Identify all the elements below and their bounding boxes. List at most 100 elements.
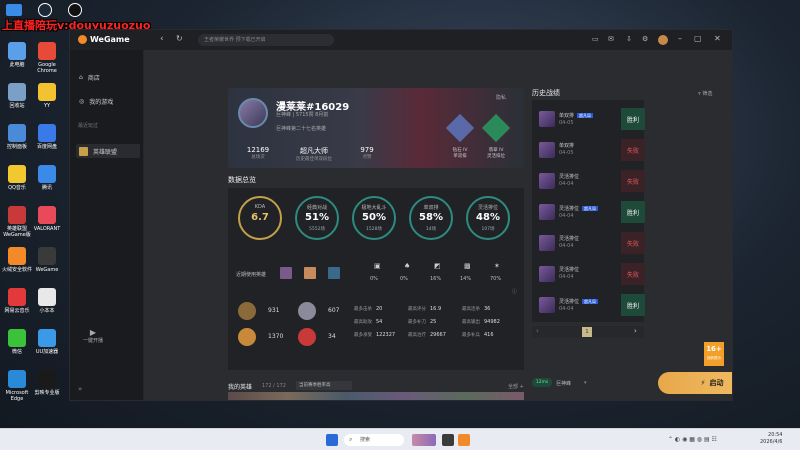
match-row[interactable]: 灵活排位 04-04 失败 bbox=[535, 261, 645, 287]
logitech-icon[interactable] bbox=[68, 3, 82, 17]
sidebar-item-my-games[interactable]: ◎ 我的游戏 bbox=[76, 94, 140, 108]
match-result: 失败 bbox=[621, 139, 645, 161]
rank-mode: 单双排 bbox=[453, 154, 467, 159]
match-row[interactable]: 灵活排位 超凡局 04-04 胜利 bbox=[535, 292, 645, 318]
history-pagination: ‹ 1 › bbox=[532, 326, 644, 338]
age-badge-sub: 适龄提示 bbox=[707, 356, 721, 360]
rank-emblem-emerald-icon bbox=[481, 113, 511, 143]
next-page-icon[interactable]: › bbox=[634, 327, 637, 335]
heroes-title: 我的英雄 bbox=[228, 384, 253, 391]
app-icon bbox=[8, 83, 26, 101]
match-mode: 灵活排位 bbox=[559, 267, 580, 273]
stat-ring-label: 单双排 bbox=[423, 205, 439, 211]
stat-ring[interactable]: 灵活排位 48% 107场 bbox=[466, 196, 510, 240]
sidebar-item-store[interactable]: ⌂ 商店 bbox=[76, 70, 140, 84]
history-filter-button[interactable]: ⫧ 筛选 bbox=[698, 90, 712, 97]
start-icon[interactable] bbox=[326, 434, 338, 446]
collapse-icon[interactable]: » bbox=[78, 385, 82, 393]
hero-strip[interactable] bbox=[228, 392, 524, 400]
stat-ring[interactable]: 单双排 58% 14场 bbox=[409, 196, 453, 240]
detail-value: 416 bbox=[484, 331, 494, 338]
position-icon: ▣ bbox=[374, 262, 381, 270]
desktop-icon[interactable]: Google Chrome bbox=[29, 42, 65, 74]
match-mode: 单双排 bbox=[559, 112, 575, 119]
desktop-icon[interactable]: 百度网盘 bbox=[29, 124, 65, 150]
match-result: 胜利 bbox=[621, 201, 645, 223]
recent-hero-avatar[interactable] bbox=[304, 267, 316, 279]
server-select[interactable]: 巨神峰 bbox=[556, 380, 571, 387]
taskbar-wegame-icon[interactable] bbox=[458, 434, 470, 446]
steam-icon[interactable] bbox=[38, 3, 52, 17]
back-icon[interactable]: ‹ bbox=[160, 34, 164, 44]
medal-icon bbox=[298, 328, 316, 346]
stat-best-rank: 超凡大师 历史最佳单双段位 bbox=[284, 146, 344, 162]
desktop-icon[interactable]: 腾讯 bbox=[29, 165, 65, 191]
stat-ring[interactable]: 经典对战 51% 5552场 bbox=[295, 196, 339, 240]
avatar[interactable] bbox=[658, 35, 668, 45]
search-input[interactable]: 王者荣耀世界 预下载已开启 bbox=[198, 34, 334, 46]
match-row[interactable]: 灵活排位 超凡局 04-04 胜利 bbox=[535, 199, 645, 225]
app-icon bbox=[8, 124, 26, 142]
position-icon: ✶ bbox=[494, 262, 500, 270]
desktop-icon[interactable]: UU加速器 bbox=[29, 329, 65, 355]
heroes-filter-select[interactable]: 当前赛季胜率高 bbox=[296, 381, 352, 390]
match-result: 胜利 bbox=[621, 108, 645, 130]
position-pct: 70% bbox=[490, 276, 502, 282]
match-row[interactable]: 单双排 超凡局 04-05 胜利 bbox=[535, 106, 645, 132]
sidebar-item-lol[interactable]: 英雄联盟 bbox=[76, 144, 140, 158]
close-icon[interactable]: ✕ bbox=[714, 34, 721, 43]
wegame-logo-icon bbox=[78, 35, 87, 44]
desktop-top-icon[interactable] bbox=[6, 4, 22, 16]
desktop-icon[interactable]: YY bbox=[29, 83, 65, 109]
stat-ring-value: 48% bbox=[476, 212, 500, 223]
page-number[interactable]: 1 bbox=[582, 327, 592, 337]
taskbar-search[interactable]: ⌕ 搜索 bbox=[344, 434, 404, 446]
stat-ring-sub: 107场 bbox=[481, 227, 495, 232]
desktop-icon[interactable]: WeGame bbox=[29, 247, 65, 273]
camera-icon: ▶ bbox=[89, 328, 97, 337]
tray-icons[interactable]: ⌃ ◐ ◉ ▦ ◍ ▤ ☷ bbox=[668, 436, 717, 443]
desktop-icon[interactable]: 小本本 bbox=[29, 288, 65, 314]
prev-page-icon[interactable]: ‹ bbox=[536, 327, 539, 335]
match-date: 04-04 bbox=[559, 274, 574, 280]
desktop-icon[interactable]: VALORANT bbox=[29, 206, 65, 232]
server-dropdown-icon[interactable]: ▾ bbox=[584, 380, 587, 386]
stream-button[interactable]: ▶ 一键开播 bbox=[78, 328, 108, 344]
detail-value: 20 bbox=[376, 305, 383, 312]
app-icon bbox=[8, 247, 26, 265]
restore-icon[interactable]: ▢ bbox=[694, 34, 702, 43]
match-mode: 灵活排位 bbox=[559, 174, 580, 180]
match-row[interactable]: 灵活排位 04-04 失败 bbox=[535, 230, 645, 256]
stat-ring[interactable]: KDA 6.7 bbox=[238, 196, 282, 240]
match-row[interactable]: 单双排 04-05 失败 bbox=[535, 137, 645, 163]
match-row[interactable]: 灵活排位 04-04 失败 bbox=[535, 168, 645, 194]
profile-rank-text: 巨神峰第二十七名英雄 bbox=[276, 126, 327, 132]
refresh-icon[interactable]: ↻ bbox=[176, 34, 183, 43]
privacy-toggle[interactable]: 隐私 bbox=[496, 94, 506, 101]
launch-button[interactable]: ⚡ 启动 bbox=[658, 372, 732, 394]
stat-ring-value: 6.7 bbox=[251, 212, 269, 223]
minimize-icon[interactable]: – bbox=[678, 34, 682, 43]
app-icon bbox=[38, 329, 56, 347]
recent-hero-avatar[interactable] bbox=[328, 267, 340, 279]
history-filter-label: 筛选 bbox=[702, 91, 713, 97]
detail-label: 最高治疗 bbox=[408, 333, 426, 338]
settings-icon[interactable]: ⚙ bbox=[642, 35, 648, 43]
recent-hero-avatar[interactable] bbox=[280, 267, 292, 279]
info-icon[interactable]: ⓘ bbox=[512, 288, 517, 295]
app-icon bbox=[38, 370, 56, 388]
download-icon[interactable]: ⇩ bbox=[626, 35, 632, 43]
chat-icon[interactable]: ▭ bbox=[592, 35, 599, 43]
app-logo: WeGame bbox=[90, 35, 130, 44]
taskbar-widget[interactable] bbox=[412, 434, 436, 446]
desktop-icon[interactable]: 剪映专业版 bbox=[29, 370, 65, 396]
stat-ring[interactable]: 极地大乱斗 50% 1528场 bbox=[352, 196, 396, 240]
heroes-expand-link[interactable]: 全部 + bbox=[508, 383, 524, 390]
taskbar-file-explorer-icon[interactable] bbox=[442, 434, 454, 446]
match-date: 04-04 bbox=[559, 212, 574, 219]
clock-time: 20:54 bbox=[768, 432, 783, 438]
champion-avatar bbox=[539, 235, 555, 251]
clock[interactable]: 20:54 2026/4/6 bbox=[760, 432, 782, 446]
mail-icon[interactable]: ✉ bbox=[608, 35, 614, 43]
app-icon bbox=[38, 247, 56, 265]
